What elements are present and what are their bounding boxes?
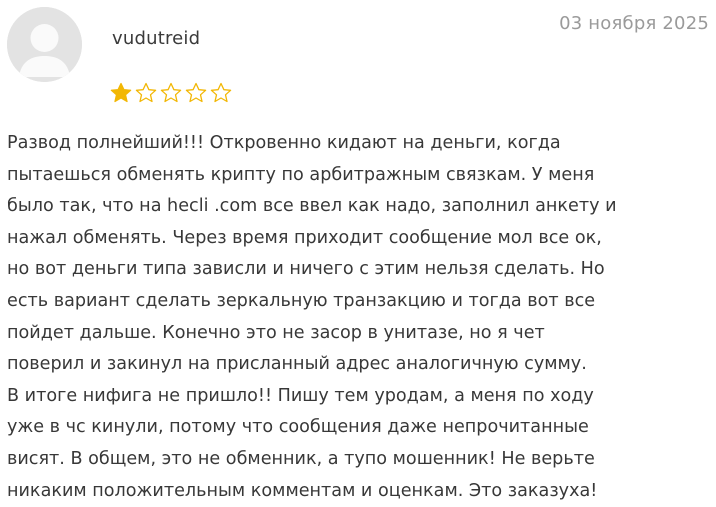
star-filled-icon (110, 82, 132, 103)
star-empty-icon (185, 82, 207, 103)
review-author: vudutreid (112, 28, 201, 49)
review-text-line: пытаешься обменять крипту по арбитражным… (7, 164, 595, 185)
review-text-line: но вот деньги типа зависли и ничего с эт… (7, 259, 605, 280)
review-text-line: никаким положительным комментам и оценка… (7, 480, 598, 501)
review-text-line: есть вариант сделать зеркальную транзакц… (7, 290, 596, 311)
review-text-line: уже в чс кинули, потому что сообщения да… (7, 417, 589, 438)
review-text-line: было так, что на hecli .com все ввел как… (7, 196, 617, 217)
star-empty-icon (160, 82, 182, 103)
review-text-line: В итоге нифига не пришло!! Пишу тем урод… (7, 385, 594, 406)
review-text-line: нажал обменять. Через время приходит соо… (7, 227, 602, 248)
review-card: vudutreid 03 ноября 2025 Развод полнейши… (0, 0, 716, 505)
user-avatar-icon (7, 7, 82, 82)
review-date: 03 ноября 2025 (559, 13, 709, 34)
review-text: Развод полнейший!!! Откровенно кидают на… (7, 128, 713, 507)
star-empty-icon (135, 82, 157, 103)
rating-stars (110, 82, 232, 104)
review-text-line: Развод полнейший!!! Откровенно кидают на… (7, 133, 561, 153)
star-empty-icon (210, 82, 232, 103)
review-text-line: пойдет дальше. Конечно это не засор в ун… (7, 322, 545, 343)
review-text-line: висят. В общем, это не обменник, а тупо … (7, 448, 595, 469)
review-text-line: поверил и закинул на присланный адрес ан… (7, 354, 587, 375)
